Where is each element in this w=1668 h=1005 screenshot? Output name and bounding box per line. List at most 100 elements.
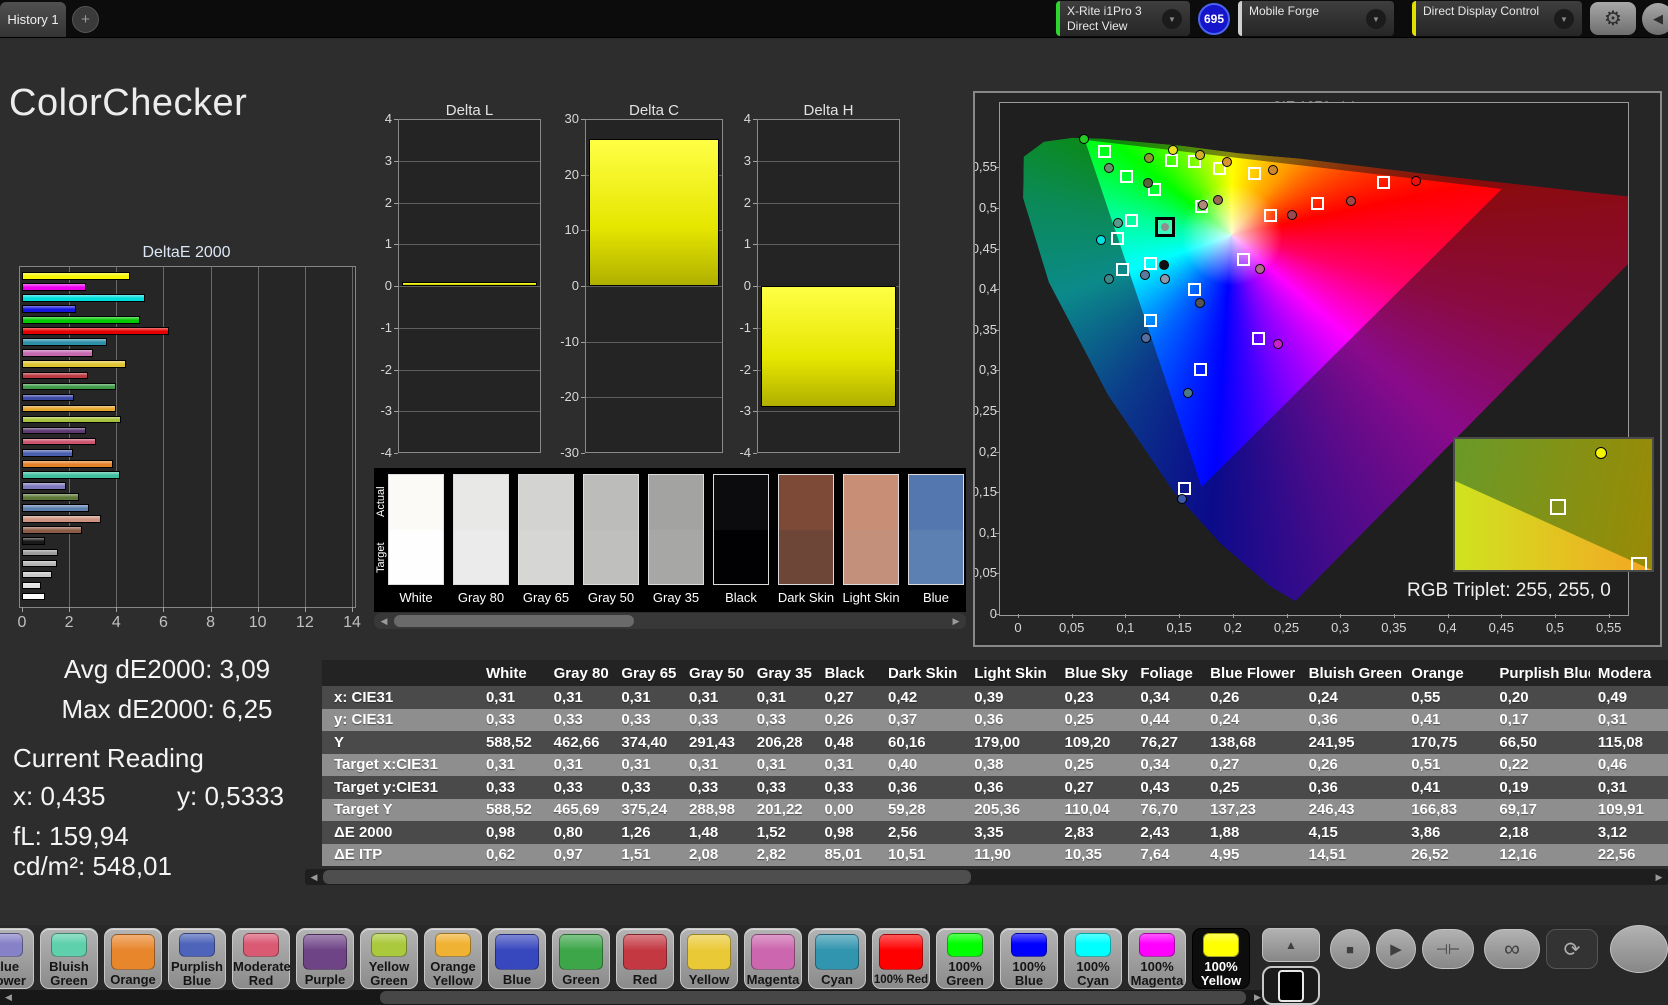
patch-button-red[interactable]: Red (616, 928, 674, 989)
patch-button-yellow[interactable]: Yellow (680, 928, 738, 989)
cie-measurement-dot (1142, 177, 1153, 188)
table-cell: 1,88 (1202, 821, 1301, 844)
inset-measurement-dot (1595, 447, 1607, 459)
swatch-target (519, 530, 573, 584)
patch-button-100-green[interactable]: 100% Green (936, 928, 994, 989)
cie-ytick-label: 0,25 (973, 403, 997, 418)
patch-color (879, 934, 923, 970)
patch-button-yellow-green[interactable]: Yellow Green (360, 928, 418, 989)
cie-xtick (1555, 614, 1556, 618)
table-cell: 0,31 (477, 686, 546, 709)
table-scroll-thumb[interactable] (323, 870, 971, 884)
swatch-scrollbar[interactable]: ◀ ▶ (374, 613, 966, 629)
swatch-blue (908, 474, 964, 585)
table-cell: 109,91 (1589, 798, 1668, 821)
de2000-chart: DeltaE 2000 0 2 4 6 8 10 12 14 (0, 240, 380, 648)
table-cell: 0,31 (1589, 776, 1668, 799)
cie-measurement-dot (1182, 388, 1193, 399)
delta_l-tick (394, 453, 398, 454)
table-cell: 0,33 (477, 776, 546, 799)
swatch-target (714, 530, 768, 584)
patch-button-orange-yellow[interactable]: Orange Yellow (424, 928, 482, 989)
chevron-down-icon: ▼ (1162, 9, 1182, 29)
meter-dropdown[interactable]: X-Rite i1Pro 3 Direct View ▼ (1056, 1, 1190, 36)
swatch-target (779, 530, 833, 584)
cie-xtick-label: 0,35 (1381, 620, 1407, 635)
pattern-source-dropdown[interactable]: Mobile Forge ▼ (1238, 1, 1394, 36)
collapse-icon: ◀ (1653, 11, 1663, 26)
patch-button-purple[interactable]: Purple (296, 928, 354, 989)
play-button[interactable]: ▶ (1376, 929, 1416, 969)
patch-label: Moderate (233, 959, 291, 974)
patch-color (1203, 933, 1239, 957)
patch-scroll-thumb[interactable] (380, 991, 1246, 1004)
de2000-tick-label: 4 (111, 614, 121, 631)
de2000-gridline (351, 267, 353, 607)
display-control-dropdown[interactable]: Direct Display Control ▼ (1412, 1, 1582, 36)
patch-button-cyan[interactable]: Cyan (808, 928, 866, 989)
pattern-window-button[interactable] (1262, 966, 1320, 1005)
patch-button-100-red[interactable]: 100% Red (872, 928, 930, 989)
cie-measurement-dot (1104, 163, 1115, 174)
table-cell: 0,97 (545, 843, 614, 866)
patch-button-bluish-green[interactable]: Bluish Green (40, 928, 98, 989)
scroll-left-icon[interactable]: ◀ (2, 991, 15, 1004)
scroll-up-button[interactable]: ▲ (1262, 928, 1320, 962)
reading-fl: fL: 159,94 (13, 821, 129, 851)
patch-button-100-yellow[interactable]: 100% Yellow (1192, 928, 1250, 989)
cie-measurement-dot (1144, 152, 1155, 163)
de2000-bar (22, 570, 52, 579)
cie-measurement-dot (1222, 156, 1233, 167)
sync-button[interactable]: ⟳ (1546, 929, 1598, 969)
scroll-left-icon[interactable]: ◀ (307, 870, 321, 884)
table-cell: 374,40 (613, 731, 682, 754)
table-cell: 0,49 (1589, 686, 1668, 709)
table-cell: 0,26 (1202, 686, 1301, 709)
patch-label: 100% (1076, 959, 1110, 974)
scroll-right-icon[interactable]: ▶ (949, 614, 963, 628)
scroll-right-icon[interactable]: ▶ (1652, 870, 1666, 884)
cie-target-square (1111, 232, 1125, 246)
patch-button-purplish-blue[interactable]: Purplish Blue (168, 928, 226, 989)
delta-h-title: Delta H (803, 102, 854, 119)
cie-xtick-label: 0,55 (1596, 620, 1622, 635)
up-icon: ▲ (1285, 938, 1297, 952)
table-cell: 0,22 (1491, 753, 1590, 776)
table-scrollbar[interactable]: ◀ ▶ (305, 869, 1668, 885)
patch-button-100-blue[interactable]: 100% Blue (1000, 928, 1058, 989)
delta_h-tick (753, 119, 757, 120)
delta_l-tick (394, 160, 398, 162)
table-cell: 22,56 (1589, 843, 1668, 866)
continuous-read-button[interactable]: ∞ (1484, 929, 1540, 969)
marker-mode-button[interactable]: ⊣⊢ (1422, 929, 1474, 969)
delta_c-tick-label: 30 (564, 111, 579, 126)
extra-action-button[interactable] (1610, 925, 1668, 973)
swatch-actual (519, 475, 573, 530)
swatch-scroll-thumb[interactable] (394, 615, 634, 627)
patch-button-100-magenta[interactable]: 100% Magenta (1128, 928, 1186, 989)
patch-button-moderate-red[interactable]: Moderate Red (232, 928, 291, 989)
patch-button-blue[interactable]: Blue (488, 928, 546, 989)
settings-button[interactable]: ⚙ (1590, 2, 1636, 35)
patch-button-magenta[interactable]: Magenta (744, 928, 802, 989)
add-tab-button[interactable]: + (72, 6, 99, 33)
patch-button-blue-flower[interactable]: BlueFlower (0, 928, 34, 989)
tab-history-1[interactable]: History 1 (0, 2, 66, 37)
table-row: ΔE ITP 0,62 0,97 1,51 2,08 2,82 85,01 10,51 11,9… (322, 843, 1668, 866)
swatch-black (713, 474, 769, 585)
delta_h-tick (753, 160, 757, 162)
patch-button-orange[interactable]: Orange (104, 928, 162, 989)
scroll-left-icon[interactable]: ◀ (377, 614, 391, 628)
table-cell: 241,95 (1300, 731, 1404, 754)
patch-button-100-cyan[interactable]: 100% Cyan (1064, 928, 1122, 989)
table-cell: 0,31 (545, 686, 614, 709)
patch-button-green[interactable]: Green (552, 928, 610, 989)
delta_c-gridline (586, 341, 722, 343)
table-cell: 291,43 (681, 731, 749, 754)
table-row: Target y:CIE31 0,33 0,33 0,33 0,33 0,33 0,33 0,… (322, 776, 1668, 799)
cie-target-square (1115, 263, 1129, 277)
collapse-panel-button[interactable]: ◀ (1642, 3, 1668, 35)
stop-button[interactable]: ■ (1330, 929, 1370, 969)
cie-target-square (1237, 253, 1251, 267)
patch-scrollbar[interactable]: ◀ ▶ (0, 990, 1266, 1005)
